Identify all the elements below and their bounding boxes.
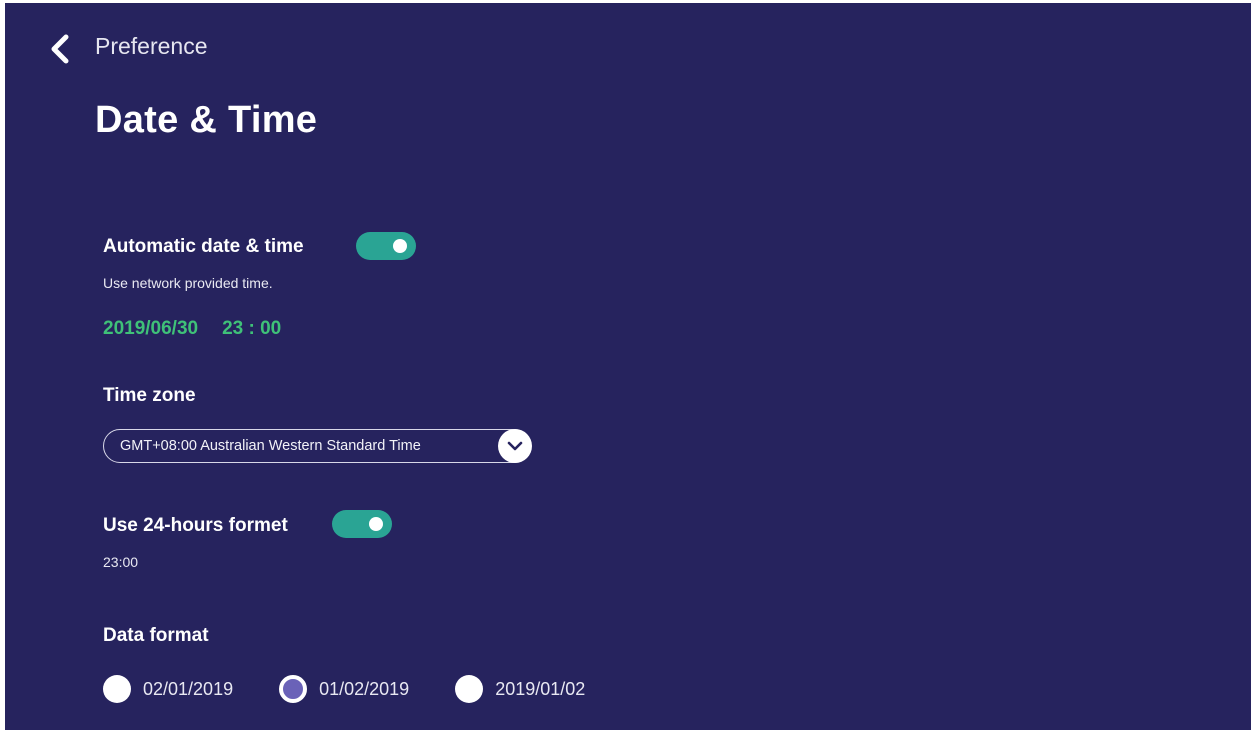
date-format-option-3[interactable]: 2019/01/02	[455, 675, 585, 703]
automatic-date-time-toggle[interactable]	[356, 232, 416, 260]
toggle-knob	[393, 239, 407, 253]
time-zone-label: Time zone	[103, 385, 196, 406]
date-format-radio-group: 02/01/2019 01/02/2019 2019/01/02	[103, 675, 631, 703]
page-title: Date & Time	[95, 99, 318, 141]
toggle-knob	[369, 517, 383, 531]
automatic-date-time-label: Automatic date & time	[103, 236, 304, 257]
breadcrumb[interactable]: Preference	[95, 33, 208, 60]
chevron-left-icon	[51, 34, 69, 64]
hour24-format-label: Use 24-hours formet	[103, 515, 288, 536]
date-format-option-label: 2019/01/02	[495, 678, 586, 699]
date-format-option-label: 01/02/2019	[319, 678, 410, 699]
date-format-label: Data format	[103, 625, 209, 646]
time-zone-select[interactable]: GMT+08:00 Australian Western Standard Ti…	[103, 429, 532, 463]
date-format-option-2[interactable]: 01/02/2019	[279, 675, 409, 703]
radio-button-selected[interactable]	[279, 675, 308, 703]
radio-button[interactable]	[455, 675, 484, 703]
automatic-date-time-description: Use network provided time.	[103, 275, 273, 291]
radio-button[interactable]	[103, 675, 131, 703]
current-time: 23 : 00	[222, 318, 282, 339]
hour24-format-toggle[interactable]	[332, 510, 392, 538]
time-zone-value: GMT+08:00 Australian Western Standard Ti…	[120, 438, 421, 454]
date-format-option-label: 02/01/2019	[143, 678, 234, 699]
back-button[interactable]	[43, 31, 77, 67]
current-date: 2019/06/30	[103, 318, 199, 339]
date-format-option-1[interactable]: 02/01/2019	[103, 675, 233, 703]
hour24-format-example: 23:00	[103, 554, 139, 570]
date-time-settings-screen: Preference Date & Time Automatic date & …	[5, 3, 1251, 730]
current-datetime: 2019/06/30 23 : 00	[103, 318, 281, 340]
chevron-down-icon[interactable]	[498, 429, 532, 463]
